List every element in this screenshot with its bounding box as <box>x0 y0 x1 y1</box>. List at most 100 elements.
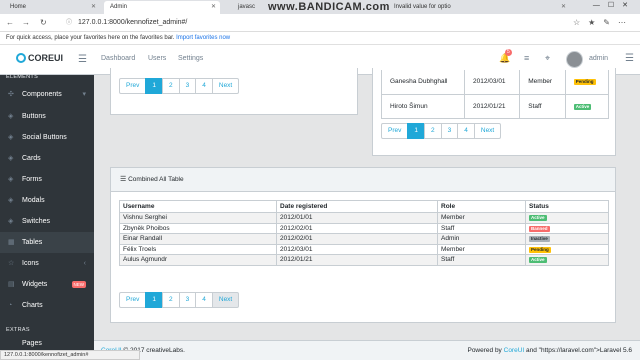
table-row: Hiroto Šimun 2012/01/21 Staff Active <box>380 94 610 119</box>
table-row: Félix Troels 2012/03/01 Member Pending <box>119 243 609 255</box>
chevron-down-icon: ▾ <box>82 91 86 98</box>
sidebar-item-buttons[interactable]: ◈ Buttons <box>0 106 94 127</box>
sidebar-item-components[interactable]: ✣ Components ▾ <box>0 84 94 105</box>
page-4[interactable]: 4 <box>457 123 475 139</box>
page-2[interactable]: 2 <box>162 78 180 94</box>
coreui-powered-link[interactable]: CoreUI <box>504 347 525 354</box>
column-header-status: Status <box>525 200 609 213</box>
sidebar-item-cards[interactable]: ◈ Cards <box>0 148 94 169</box>
chevron-left-icon: ‹ <box>83 260 86 267</box>
cell-status: Active <box>525 212 609 224</box>
nav-users[interactable]: Users <box>148 55 166 62</box>
status-badge: Active <box>573 103 592 110</box>
share-icon: ◈ <box>8 134 14 141</box>
favorites-hint: For quick access, place your favorites h… <box>6 35 175 41</box>
import-favorites-link[interactable]: Import favorites now <box>176 35 230 41</box>
location-icon[interactable]: ⌖ <box>545 53 550 64</box>
pagination: Prev 1 2 3 4 Next <box>119 292 240 308</box>
forward-icon[interactable]: → <box>22 18 30 27</box>
browser-tab-javascript[interactable]: javasc <box>232 1 266 14</box>
cell-username: Félix Troels <box>119 243 277 255</box>
cell-role: Member <box>437 212 526 224</box>
page-next[interactable]: Next <box>473 123 502 139</box>
browser-tab-blank[interactable]: ✕ <box>480 1 570 14</box>
aside-toggle-icon[interactable]: ☰ <box>625 53 634 64</box>
sidebar-item-tables[interactable]: ▦ Tables <box>0 232 94 253</box>
user-menu[interactable]: admin <box>589 55 608 62</box>
page-3[interactable]: 3 <box>440 123 459 139</box>
notification-badge: 5 <box>505 49 512 56</box>
page-3[interactable]: 3 <box>178 292 197 308</box>
cell-role: Staff <box>437 254 526 266</box>
list-icon[interactable]: ≡ <box>524 53 529 63</box>
close-icon[interactable]: ✕ <box>91 1 96 14</box>
window-controls[interactable]: —☐✕ <box>593 1 636 9</box>
cell-username: Vishnu Serghei <box>119 212 277 224</box>
card-title: Combined All Table <box>128 176 184 183</box>
close-icon[interactable]: ✕ <box>561 1 566 14</box>
nav-settings[interactable]: Settings <box>178 55 203 62</box>
page-prev[interactable]: Prev <box>119 78 147 94</box>
url-field[interactable]: ⓘ 127.0.0.1:8000/kennofizet_admin#/ <box>64 16 554 30</box>
sidebar-item-label: Tables <box>22 239 43 246</box>
sidebar-item-label: Switches <box>22 218 51 225</box>
page-next[interactable]: Next <box>211 78 240 94</box>
close-icon[interactable]: ✕ <box>211 1 216 14</box>
sidebar-item-forms[interactable]: ◈ Forms <box>0 169 94 190</box>
nav-dashboard[interactable]: Dashboard <box>101 55 135 62</box>
table-row: Einar Randall 2012/02/01 Admin Inactive <box>119 233 609 245</box>
cell-status: Active <box>525 254 609 266</box>
sidebar-item-social-buttons[interactable]: ◈ Social Buttons <box>0 127 94 148</box>
avatar[interactable] <box>566 51 583 68</box>
page-next[interactable]: Next <box>211 292 240 308</box>
page-1[interactable]: 1 <box>145 292 163 308</box>
page-4[interactable]: 4 <box>195 78 213 94</box>
browser-tab-home[interactable]: Home ✕ <box>4 1 100 14</box>
pagination: Prev 1 2 3 4 Next <box>381 123 502 139</box>
card-combined-table: ☰ Combined All Table Username Date regis… <box>110 167 616 323</box>
sidebar-item-label: Charts <box>22 302 43 309</box>
back-icon[interactable]: ← <box>6 18 14 27</box>
cell-status: Banned <box>525 222 609 234</box>
note-icon: ◈ <box>8 176 14 183</box>
browser-tab-admin[interactable]: Admin ✕ <box>104 1 220 14</box>
sidebar-item-charts[interactable]: ◔ Charts <box>0 295 94 316</box>
url-text: 127.0.0.1:8000/kennofizet_admin#/ <box>78 19 188 26</box>
sidebar-item-label: Modals <box>22 197 45 204</box>
sidebar-item-pages[interactable]: Pages <box>0 339 94 349</box>
cell-status: Active <box>564 94 610 119</box>
cell-role: Staff <box>437 222 526 234</box>
combined-table: Username Date registered Role Status Vis… <box>119 200 609 266</box>
page-1[interactable]: 1 <box>407 123 425 139</box>
status-badge: Inactive <box>529 236 550 243</box>
page-4[interactable]: 4 <box>195 292 213 308</box>
sidebar-item-modals[interactable]: ◈ Modals <box>0 190 94 211</box>
sidebar-item-switches[interactable]: ◈ Switches <box>0 211 94 232</box>
sidebar-item-widgets[interactable]: ▤ Widgets NEW <box>0 274 94 295</box>
page-3[interactable]: 3 <box>178 78 197 94</box>
cell-role: Member <box>437 243 526 255</box>
sidebar-item-icons[interactable]: ☆ Icons ‹ <box>0 253 94 274</box>
page-prev[interactable]: Prev <box>381 123 409 139</box>
browser-toolbar-icons[interactable]: ☆★✎⋯ <box>573 18 634 27</box>
sidebar-section-extras: EXTRAS <box>6 327 30 333</box>
table-row: Aulus Agmundr 2012/01/21 Staff Active <box>119 254 609 266</box>
page-2[interactable]: 2 <box>162 292 180 308</box>
coreui-logo[interactable]: COREUI <box>16 53 63 63</box>
page-prev[interactable]: Prev <box>119 292 147 308</box>
address-bar: ← → ↻ ⓘ 127.0.0.1:8000/kennofizet_admin#… <box>0 14 640 32</box>
page-1[interactable]: 1 <box>145 78 163 94</box>
refresh-icon[interactable]: ↻ <box>40 18 47 27</box>
cell-status: Pending <box>564 70 610 95</box>
browser-tab-invalid[interactable]: Invalid value for optio <box>388 1 472 14</box>
column-header-role: Role <box>437 200 526 213</box>
app-footer: CoreUI © 2017 creativeLabs. Powered by C… <box>94 340 640 360</box>
page-2[interactable]: 2 <box>424 123 442 139</box>
table-row: Vishnu Serghei 2012/01/01 Member Active <box>119 212 609 224</box>
sidebar-toggle-icon[interactable]: ☰ <box>78 54 87 65</box>
cell-status: Pending <box>525 243 609 255</box>
new-badge: NEW <box>71 281 86 288</box>
powered-suffix-text: and "https://laravel.com">Laravel 5.6 <box>526 347 632 354</box>
cell-date: 2012/03/01 <box>276 243 438 255</box>
tab-label: javasc <box>238 4 256 10</box>
